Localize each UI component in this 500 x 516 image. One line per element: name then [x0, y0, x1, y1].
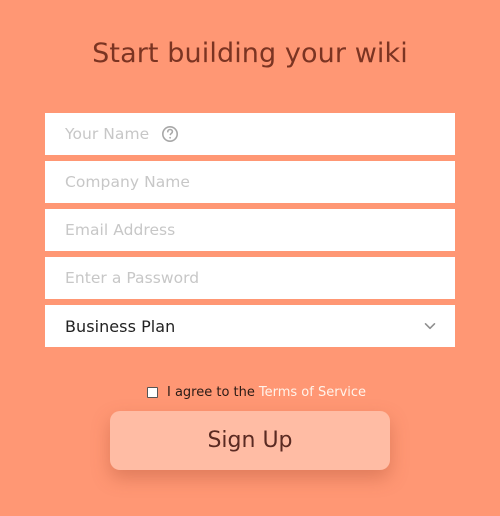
name-placeholder: Your Name [65, 125, 150, 143]
plan-select[interactable]: Business Plan [45, 305, 455, 347]
terms-link[interactable]: Terms of Service [259, 385, 366, 400]
company-placeholder: Company Name [65, 173, 190, 191]
email-placeholder: Email Address [65, 221, 176, 239]
plan-value: Business Plan [65, 316, 176, 336]
agree-label: I agree to the [167, 384, 255, 400]
agree-checkbox[interactable] [147, 386, 158, 398]
name-field[interactable]: Your Name [45, 113, 455, 155]
email-field[interactable]: Email Address [45, 209, 455, 251]
sign-up-button[interactable]: Sign Up [110, 411, 390, 470]
company-name-field[interactable]: Company Name [45, 161, 455, 203]
page-title: Start building your wiki [92, 38, 408, 69]
chevron-down-icon [423, 319, 437, 333]
help-icon[interactable] [161, 125, 179, 143]
password-placeholder: Enter a Password [65, 269, 200, 287]
signup-page: Start building your wiki Your Name Compa… [0, 0, 500, 516]
password-field[interactable]: Enter a Password [45, 257, 455, 299]
sign-up-label: Sign Up [207, 428, 293, 453]
terms-agreement: I agree to the Terms of Service [147, 383, 366, 401]
